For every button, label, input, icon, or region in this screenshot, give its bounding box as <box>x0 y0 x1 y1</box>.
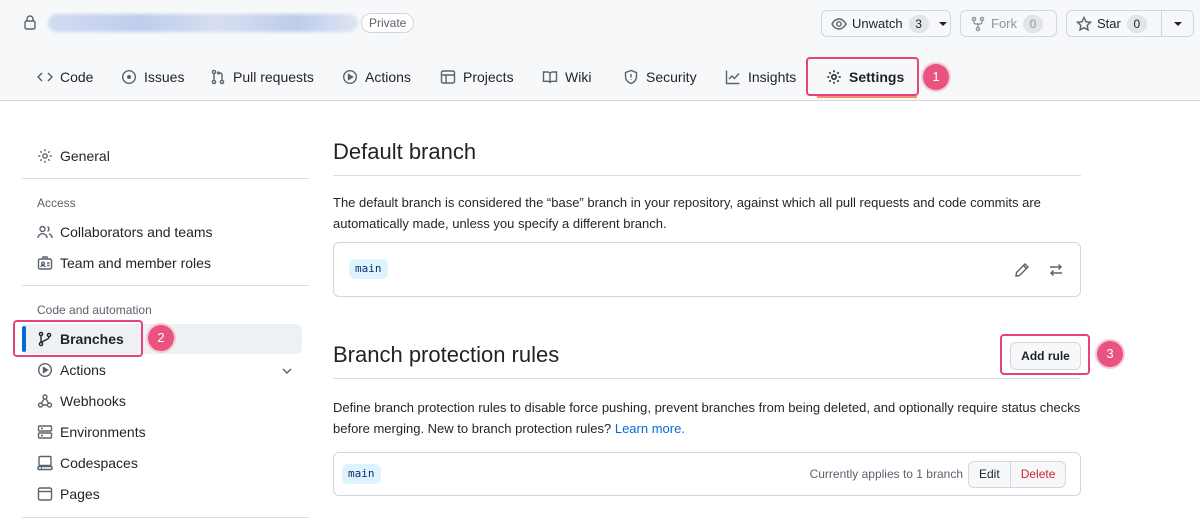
tab-label: Projects <box>463 69 514 85</box>
rule-branch-name: main <box>342 464 381 484</box>
sidebar-divider <box>22 517 309 518</box>
visibility-badge: Private <box>361 13 415 33</box>
fork-button[interactable]: Fork 0 <box>960 10 1057 37</box>
step-badge-3: 3 <box>1097 341 1123 367</box>
webhook-icon <box>37 393 53 409</box>
learn-more-link[interactable]: Learn more. <box>615 421 685 436</box>
fork-icon <box>970 16 986 32</box>
play-icon <box>342 69 358 85</box>
tab-label: Pull requests <box>233 69 314 85</box>
highlight-add-rule <box>1000 334 1090 375</box>
gear-icon <box>37 148 53 164</box>
rule-actions: Edit Delete <box>968 461 1067 488</box>
code-icon <box>37 69 53 85</box>
sidebar-heading-access: Access <box>37 196 76 210</box>
sidebar-item-label: Actions <box>60 362 106 378</box>
default-branch-name: main <box>349 259 388 279</box>
sidebar-item-webhooks[interactable]: Webhooks <box>22 386 302 416</box>
star-count: 0 <box>1126 14 1147 33</box>
edit-rule-button[interactable]: Edit <box>969 462 1011 487</box>
repo-name-blurred[interactable] <box>48 14 358 32</box>
tab-pull-requests[interactable]: Pull requests <box>210 66 314 88</box>
step-badge-2: 2 <box>148 325 174 351</box>
sidebar-item-general[interactable]: General <box>22 141 302 171</box>
star-button[interactable]: Star 0 <box>1066 10 1194 37</box>
lock-icon <box>22 14 38 30</box>
sidebar-divider <box>22 285 309 286</box>
unwatch-label: Unwatch <box>852 16 903 31</box>
play-icon <box>37 362 53 378</box>
rule-applies-text: Currently applies to 1 branch <box>809 467 963 481</box>
tab-label: Security <box>646 69 697 85</box>
pull-request-icon <box>210 69 226 85</box>
chevron-down-icon <box>1174 22 1182 26</box>
eye-icon <box>831 16 847 32</box>
tab-insights[interactable]: Insights <box>725 66 796 88</box>
default-branch-description: The default branch is considered the “ba… <box>333 195 1041 231</box>
tab-actions[interactable]: Actions <box>342 66 411 88</box>
tab-projects[interactable]: Projects <box>440 66 514 88</box>
protection-rules-text: Define branch protection rules to disabl… <box>333 400 1081 436</box>
book-icon <box>542 69 558 85</box>
sidebar-item-collaborators[interactable]: Collaborators and teams <box>22 217 302 247</box>
tab-label: Actions <box>365 69 411 85</box>
star-dropdown[interactable] <box>1161 11 1193 36</box>
people-icon <box>37 224 53 240</box>
protection-rules-title: Branch protection rules <box>333 342 560 367</box>
step-badge-1: 1 <box>923 64 949 90</box>
id-badge-icon <box>37 255 53 271</box>
browser-icon <box>37 486 53 502</box>
sidebar-item-actions[interactable]: Actions <box>22 355 302 385</box>
tab-security[interactable]: Security <box>623 66 697 88</box>
chevron-down-icon[interactable] <box>281 365 293 377</box>
chevron-down-icon <box>938 21 947 26</box>
fork-count: 0 <box>1023 14 1043 33</box>
shield-icon <box>623 69 639 85</box>
sidebar-item-pages[interactable]: Pages <box>22 479 302 509</box>
star-label: Star <box>1097 16 1121 31</box>
watch-count: 3 <box>908 14 929 33</box>
section-divider <box>333 175 1081 176</box>
protection-rules-description: Define branch protection rules to disabl… <box>333 397 1083 439</box>
codespaces-icon <box>37 455 53 471</box>
section-divider <box>333 378 1081 379</box>
unwatch-button[interactable]: Unwatch 3 <box>821 10 951 37</box>
tab-code[interactable]: Code <box>37 66 93 88</box>
sidebar-item-label: Collaborators and teams <box>60 224 213 240</box>
table-icon <box>440 69 456 85</box>
fork-label: Fork <box>991 16 1017 31</box>
sidebar-item-label: Team and member roles <box>60 255 211 271</box>
tab-issues[interactable]: Issues <box>121 66 184 88</box>
tab-label: Insights <box>748 69 797 85</box>
graph-icon <box>725 69 741 85</box>
tab-wiki[interactable]: Wiki <box>542 66 591 88</box>
issue-icon <box>121 69 137 85</box>
tab-label: Issues <box>144 69 185 85</box>
sidebar-item-label: Pages <box>60 486 100 502</box>
sidebar-heading-code-automation: Code and automation <box>37 303 152 317</box>
pencil-icon[interactable] <box>1014 262 1030 278</box>
sidebar-item-label: Webhooks <box>60 393 126 409</box>
arrow-switch-icon[interactable] <box>1048 262 1064 278</box>
repo-header: Private Unwatch 3 Fork 0 Star 0 Code Iss… <box>0 0 1200 101</box>
default-branch-title: Default branch <box>333 139 477 164</box>
sidebar-item-codespaces[interactable]: Codespaces <box>22 448 302 478</box>
highlight-branches <box>13 320 143 357</box>
selected-tab-underline <box>817 96 917 98</box>
star-icon <box>1076 15 1092 32</box>
default-branch-box: main <box>333 242 1081 297</box>
tab-label: Code <box>60 69 94 85</box>
sidebar-item-label: General <box>60 148 110 164</box>
sidebar-item-label: Codespaces <box>60 455 138 471</box>
sidebar-item-member-roles[interactable]: Team and member roles <box>22 248 302 278</box>
sidebar-divider <box>22 178 309 179</box>
tab-label: Wiki <box>565 69 592 85</box>
delete-rule-button[interactable]: Delete <box>1011 462 1066 487</box>
sidebar-item-label: Environments <box>60 424 146 440</box>
highlight-settings-tab <box>806 57 919 96</box>
sidebar-item-environments[interactable]: Environments <box>22 417 302 447</box>
server-icon <box>37 424 53 440</box>
